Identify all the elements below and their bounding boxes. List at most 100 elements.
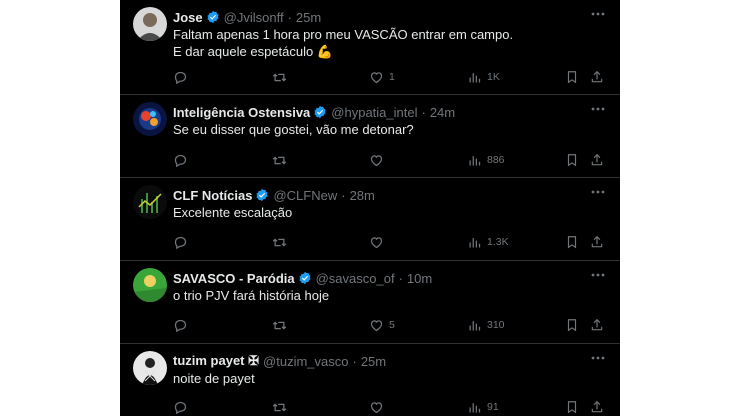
reply-button[interactable] [173,399,193,415]
views-button[interactable]: 1K [467,69,500,85]
tweet-header: tuzim payet ✠ @tuzim_vasco · 25m [173,352,386,370]
tweet-text-line: Se eu disser que gostei, vão me detonar? [173,122,414,137]
tweet-header: Inteligência Ostensiva @hypatia_intel · … [173,103,455,121]
timestamp[interactable]: 25m [361,354,386,369]
like-button[interactable]: 5 [369,317,395,333]
tweet-text: noite de payet [173,370,255,387]
reply-icon [174,154,187,167]
retweet-button[interactable] [272,152,292,168]
more-icon[interactable] [590,185,606,199]
bookmark-button[interactable] [565,317,579,333]
share-button[interactable] [590,317,604,333]
reply-icon [174,319,187,332]
bookmark-icon [567,236,577,249]
views-button[interactable]: 91 [467,399,499,415]
views-icon [469,237,481,247]
tweet[interactable]: tuzim payet ✠ @tuzim_vasco · 25m noite d… [120,344,620,416]
bookmark-icon [567,71,577,84]
tweet-actions: 5 310 [173,317,606,333]
separator-dot: · [398,270,403,286]
bookmark-button[interactable] [565,234,579,250]
tweet-text-line: Excelente escalação [173,205,293,220]
separator-dot: · [287,9,292,25]
like-button[interactable] [369,234,389,250]
separator-dot: · [421,104,426,120]
author-name[interactable]: Inteligência Ostensiva [173,105,310,120]
retweet-button[interactable] [272,399,292,415]
retweet-icon [272,155,287,165]
timestamp[interactable]: 10m [407,271,432,286]
share-icon [591,153,603,166]
tweet-text: Se eu disser que gostei, vão me detonar? [173,121,414,138]
bookmark-button[interactable] [565,399,579,415]
views-button[interactable]: 1.3K [467,234,509,250]
share-button[interactable] [590,152,604,168]
reply-button[interactable] [173,234,193,250]
like-icon [370,319,383,331]
author-handle[interactable]: @hypatia_intel [331,105,417,120]
bookmark-icon [567,401,577,414]
retweet-icon [272,320,287,330]
views-button[interactable]: 310 [467,317,505,333]
author-handle[interactable]: @CLFNew [273,188,337,203]
share-icon [591,235,603,248]
tweet-actions: 1.3K [173,234,606,250]
views-icon [469,155,481,165]
avatar[interactable] [133,185,167,219]
tweet-actions: 1 1K [173,69,606,85]
share-button[interactable] [590,234,604,250]
more-icon[interactable] [590,102,606,116]
author-handle[interactable]: @Jvilsonff [224,10,284,25]
reply-icon [174,71,187,84]
tweet[interactable]: Inteligência Ostensiva @hypatia_intel · … [120,95,620,178]
avatar[interactable] [133,268,167,302]
retweet-button[interactable] [272,317,292,333]
bookmark-button[interactable] [565,69,579,85]
tweet-text: o trio PJV fará história hoje [173,287,329,304]
tweet[interactable]: Jose @Jvilsonff · 25m Faltam apenas 1 ho… [120,0,620,95]
like-button[interactable]: 1 [369,69,395,85]
tweet-text-line: noite de payet [173,371,255,386]
views-icon [469,72,481,82]
author-handle[interactable]: @savasco_of [316,271,395,286]
author-name[interactable]: tuzim payet ✠ [173,353,259,369]
avatar[interactable] [133,351,167,385]
author-name[interactable]: SAVASCO - Paródia [173,271,295,286]
bookmark-icon [567,154,577,167]
more-icon[interactable] [590,7,606,21]
views-button[interactable]: 886 [467,152,505,168]
share-icon [591,400,603,413]
bookmark-button[interactable] [565,152,579,168]
verified-badge-icon [299,271,311,285]
author-name[interactable]: Jose [173,10,203,25]
like-icon [370,71,383,83]
tweet-text-line: E dar aquele espetáculo 💪 [173,44,334,59]
like-icon [370,154,383,166]
more-icon[interactable] [590,268,606,282]
share-button[interactable] [590,69,604,85]
timestamp[interactable]: 24m [430,105,455,120]
tweet[interactable]: SAVASCO - Paródia @savasco_of · 10m o tr… [120,261,620,344]
share-button[interactable] [590,399,604,415]
reply-button[interactable] [173,69,193,85]
tweet-header: Jose @Jvilsonff · 25m [173,8,321,26]
like-button[interactable] [369,152,389,168]
tweet-actions: 886 [173,152,606,168]
retweet-button[interactable] [272,234,292,250]
more-icon[interactable] [590,351,606,365]
tweet-header: SAVASCO - Paródia @savasco_of · 10m [173,269,432,287]
timestamp[interactable]: 28m [350,188,375,203]
retweet-button[interactable] [272,69,292,85]
like-button[interactable] [369,399,389,415]
avatar[interactable] [133,7,167,41]
tweet[interactable]: CLF Notícias @CLFNew · 28m Excelente esc… [120,178,620,261]
reply-button[interactable] [173,317,193,333]
timestamp[interactable]: 25m [296,10,321,25]
avatar[interactable] [133,102,167,136]
reply-icon [174,401,187,414]
tweet-text: Excelente escalação [173,204,292,221]
share-icon [591,318,603,331]
author-name[interactable]: CLF Notícias [173,188,252,203]
author-handle[interactable]: @tuzim_vasco [263,354,348,369]
reply-button[interactable] [173,152,193,168]
